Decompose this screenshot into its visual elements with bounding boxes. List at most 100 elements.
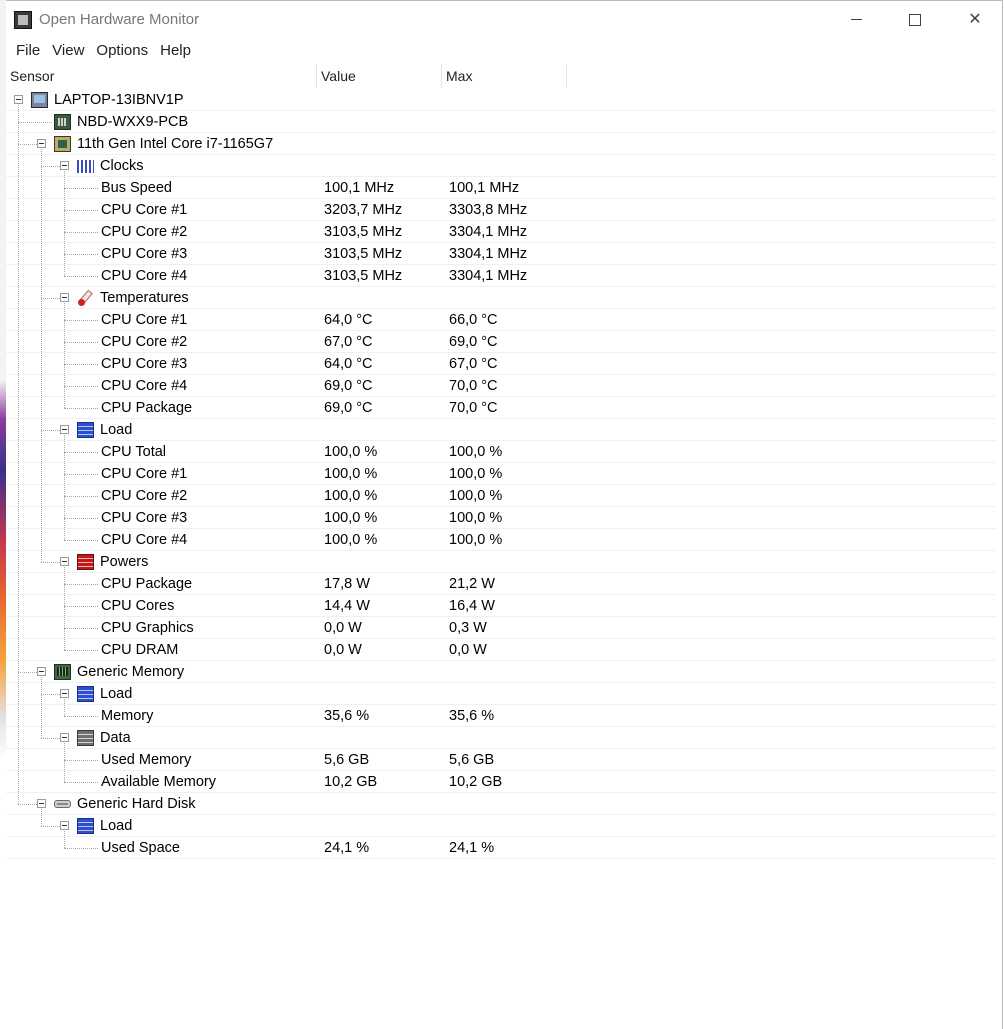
- tree-node[interactable]: Powers: [6, 551, 996, 573]
- sensor-row[interactable]: CPU Core #2 100,0 % 100,0 %: [6, 485, 996, 507]
- collapse-toggle-icon[interactable]: [37, 799, 46, 808]
- maximize-icon: [909, 13, 921, 26]
- collapse-toggle-icon[interactable]: [37, 667, 46, 676]
- tree-connector: [41, 826, 60, 827]
- tree-connector: [64, 276, 98, 277]
- sensor-label: CPU Core #2: [101, 488, 188, 504]
- sensor-label: CPU Core #4: [101, 378, 188, 394]
- sensor-label: CPU Core #3: [101, 246, 188, 262]
- sensor-row[interactable]: CPU Core #2 3103,5 MHz 3304,1 MHz: [6, 221, 996, 243]
- sensor-label: CPU Core #1: [101, 202, 188, 218]
- sensor-max: 0,3 W: [449, 620, 487, 636]
- sensor-max: 16,4 W: [449, 598, 495, 614]
- sensor-value: 0,0 W: [324, 620, 362, 636]
- sensor-row[interactable]: CPU DRAM 0,0 W 0,0 W: [6, 639, 996, 661]
- tree-node[interactable]: Load: [6, 683, 996, 705]
- sensor-label: Load: [100, 818, 133, 834]
- tree-connector: [18, 804, 37, 805]
- minimize-button[interactable]: [833, 1, 879, 39]
- sensor-label: CPU Core #1: [101, 312, 188, 328]
- sensor-row[interactable]: CPU Core #3 3103,5 MHz 3304,1 MHz: [6, 243, 996, 265]
- sensor-row[interactable]: CPU Core #3 100,0 % 100,0 %: [6, 507, 996, 529]
- sensor-row[interactable]: CPU Package 69,0 °C 70,0 °C: [6, 397, 996, 419]
- sensor-row[interactable]: CPU Core #1 3203,7 MHz 3303,8 MHz: [6, 199, 996, 221]
- sensor-row[interactable]: NBD-WXX9-PCB: [6, 111, 996, 133]
- minimize-icon: [850, 19, 862, 21]
- tree-node[interactable]: LAPTOP-13IBNV1P: [6, 89, 996, 111]
- sensor-label: CPU Package: [101, 576, 193, 592]
- tree-connector: [64, 408, 98, 409]
- tree-node[interactable]: Load: [6, 815, 996, 837]
- menu-help[interactable]: Help: [154, 39, 197, 63]
- title-bar[interactable]: Open Hardware Monitor ✕: [6, 1, 1002, 39]
- tree-connector: [41, 562, 60, 563]
- sensor-row[interactable]: CPU Core #1 100,0 % 100,0 %: [6, 463, 996, 485]
- tree-connector: [64, 540, 98, 541]
- collapse-toggle-icon[interactable]: [37, 139, 46, 148]
- collapse-toggle-icon[interactable]: [60, 689, 69, 698]
- menu-file[interactable]: File: [10, 39, 46, 63]
- collapse-toggle-icon[interactable]: [60, 733, 69, 742]
- collapse-toggle-icon[interactable]: [60, 161, 69, 170]
- sensor-value: 10,2 GB: [324, 774, 378, 790]
- sensor-row[interactable]: CPU Core #4 69,0 °C 70,0 °C: [6, 375, 996, 397]
- tree-connector: [64, 848, 98, 849]
- column-header-value[interactable]: Value: [317, 64, 442, 88]
- column-header-max[interactable]: Max: [442, 64, 567, 88]
- sensor-row[interactable]: CPU Graphics 0,0 W 0,3 W: [6, 617, 996, 639]
- sensor-row[interactable]: CPU Core #1 64,0 °C 66,0 °C: [6, 309, 996, 331]
- collapse-toggle-icon[interactable]: [60, 293, 69, 302]
- tree-node[interactable]: Generic Hard Disk: [6, 793, 996, 815]
- sensor-label: CPU DRAM: [101, 642, 179, 658]
- sensor-row[interactable]: CPU Package 17,8 W 21,2 W: [6, 573, 996, 595]
- sensor-label: CPU Core #2: [101, 334, 188, 350]
- tree-connector: [64, 782, 98, 783]
- menu-view[interactable]: View: [46, 39, 90, 63]
- collapse-toggle-icon[interactable]: [60, 425, 69, 434]
- sensor-tree[interactable]: LAPTOP-13IBNV1P NBD-WXX9-PCB 11th Gen Inte…: [6, 89, 1003, 859]
- menu-options[interactable]: Options: [90, 39, 154, 63]
- tree-guide-line: [41, 149, 42, 562]
- sensor-max: 70,0 °C: [449, 378, 498, 394]
- sensor-row[interactable]: Available Memory 10,2 GB 10,2 GB: [6, 771, 996, 793]
- sensor-value: 100,1 MHz: [324, 180, 395, 196]
- collapse-toggle-icon[interactable]: [60, 557, 69, 566]
- tree-node[interactable]: Generic Memory: [6, 661, 996, 683]
- tree-connector: [64, 232, 98, 233]
- sensor-row[interactable]: Used Memory 5,6 GB 5,6 GB: [6, 749, 996, 771]
- tree-guide-line: [41, 809, 42, 826]
- tree-guide-line: [64, 435, 65, 540]
- sensor-max: 100,0 %: [449, 488, 503, 504]
- sensor-row[interactable]: CPU Core #4 3103,5 MHz 3304,1 MHz: [6, 265, 996, 287]
- load-icon: [77, 686, 94, 702]
- sensor-row[interactable]: Bus Speed 100,1 MHz 100,1 MHz: [6, 177, 996, 199]
- sensor-row[interactable]: CPU Core #3 64,0 °C 67,0 °C: [6, 353, 996, 375]
- sensor-label: CPU Package: [101, 400, 193, 416]
- tree-connector: [64, 210, 98, 211]
- tree-guide-line: [18, 105, 19, 804]
- sensor-max: 21,2 W: [449, 576, 495, 592]
- sensor-max: 100,0 %: [449, 510, 503, 526]
- sensor-row[interactable]: CPU Core #4 100,0 % 100,0 %: [6, 529, 996, 551]
- tree-node[interactable]: Load: [6, 419, 996, 441]
- tree-node[interactable]: 11th Gen Intel Core i7-1165G7: [6, 133, 996, 155]
- close-button[interactable]: ✕: [952, 1, 998, 39]
- tree-node[interactable]: Data: [6, 727, 996, 749]
- sensor-row[interactable]: CPU Cores 14,4 W 16,4 W: [6, 595, 996, 617]
- sensor-row[interactable]: Used Space 24,1 % 24,1 %: [6, 837, 996, 859]
- collapse-toggle-icon[interactable]: [60, 821, 69, 830]
- column-header-sensor[interactable]: Sensor: [6, 64, 317, 88]
- tree-connector: [64, 496, 98, 497]
- maximize-button[interactable]: [892, 1, 938, 39]
- sensor-max: 69,0 °C: [449, 334, 498, 350]
- tree-node[interactable]: Clocks: [6, 155, 996, 177]
- sensor-value: 17,8 W: [324, 576, 370, 592]
- sensor-label: CPU Total: [101, 444, 167, 460]
- sensor-label: CPU Core #1: [101, 466, 188, 482]
- collapse-toggle-icon[interactable]: [14, 95, 23, 104]
- sensor-row[interactable]: CPU Total 100,0 % 100,0 %: [6, 441, 996, 463]
- sensor-row[interactable]: Memory 35,6 % 35,6 %: [6, 705, 996, 727]
- sensor-row[interactable]: CPU Core #2 67,0 °C 69,0 °C: [6, 331, 996, 353]
- sensor-value: 64,0 °C: [324, 356, 373, 372]
- tree-node[interactable]: Temperatures: [6, 287, 996, 309]
